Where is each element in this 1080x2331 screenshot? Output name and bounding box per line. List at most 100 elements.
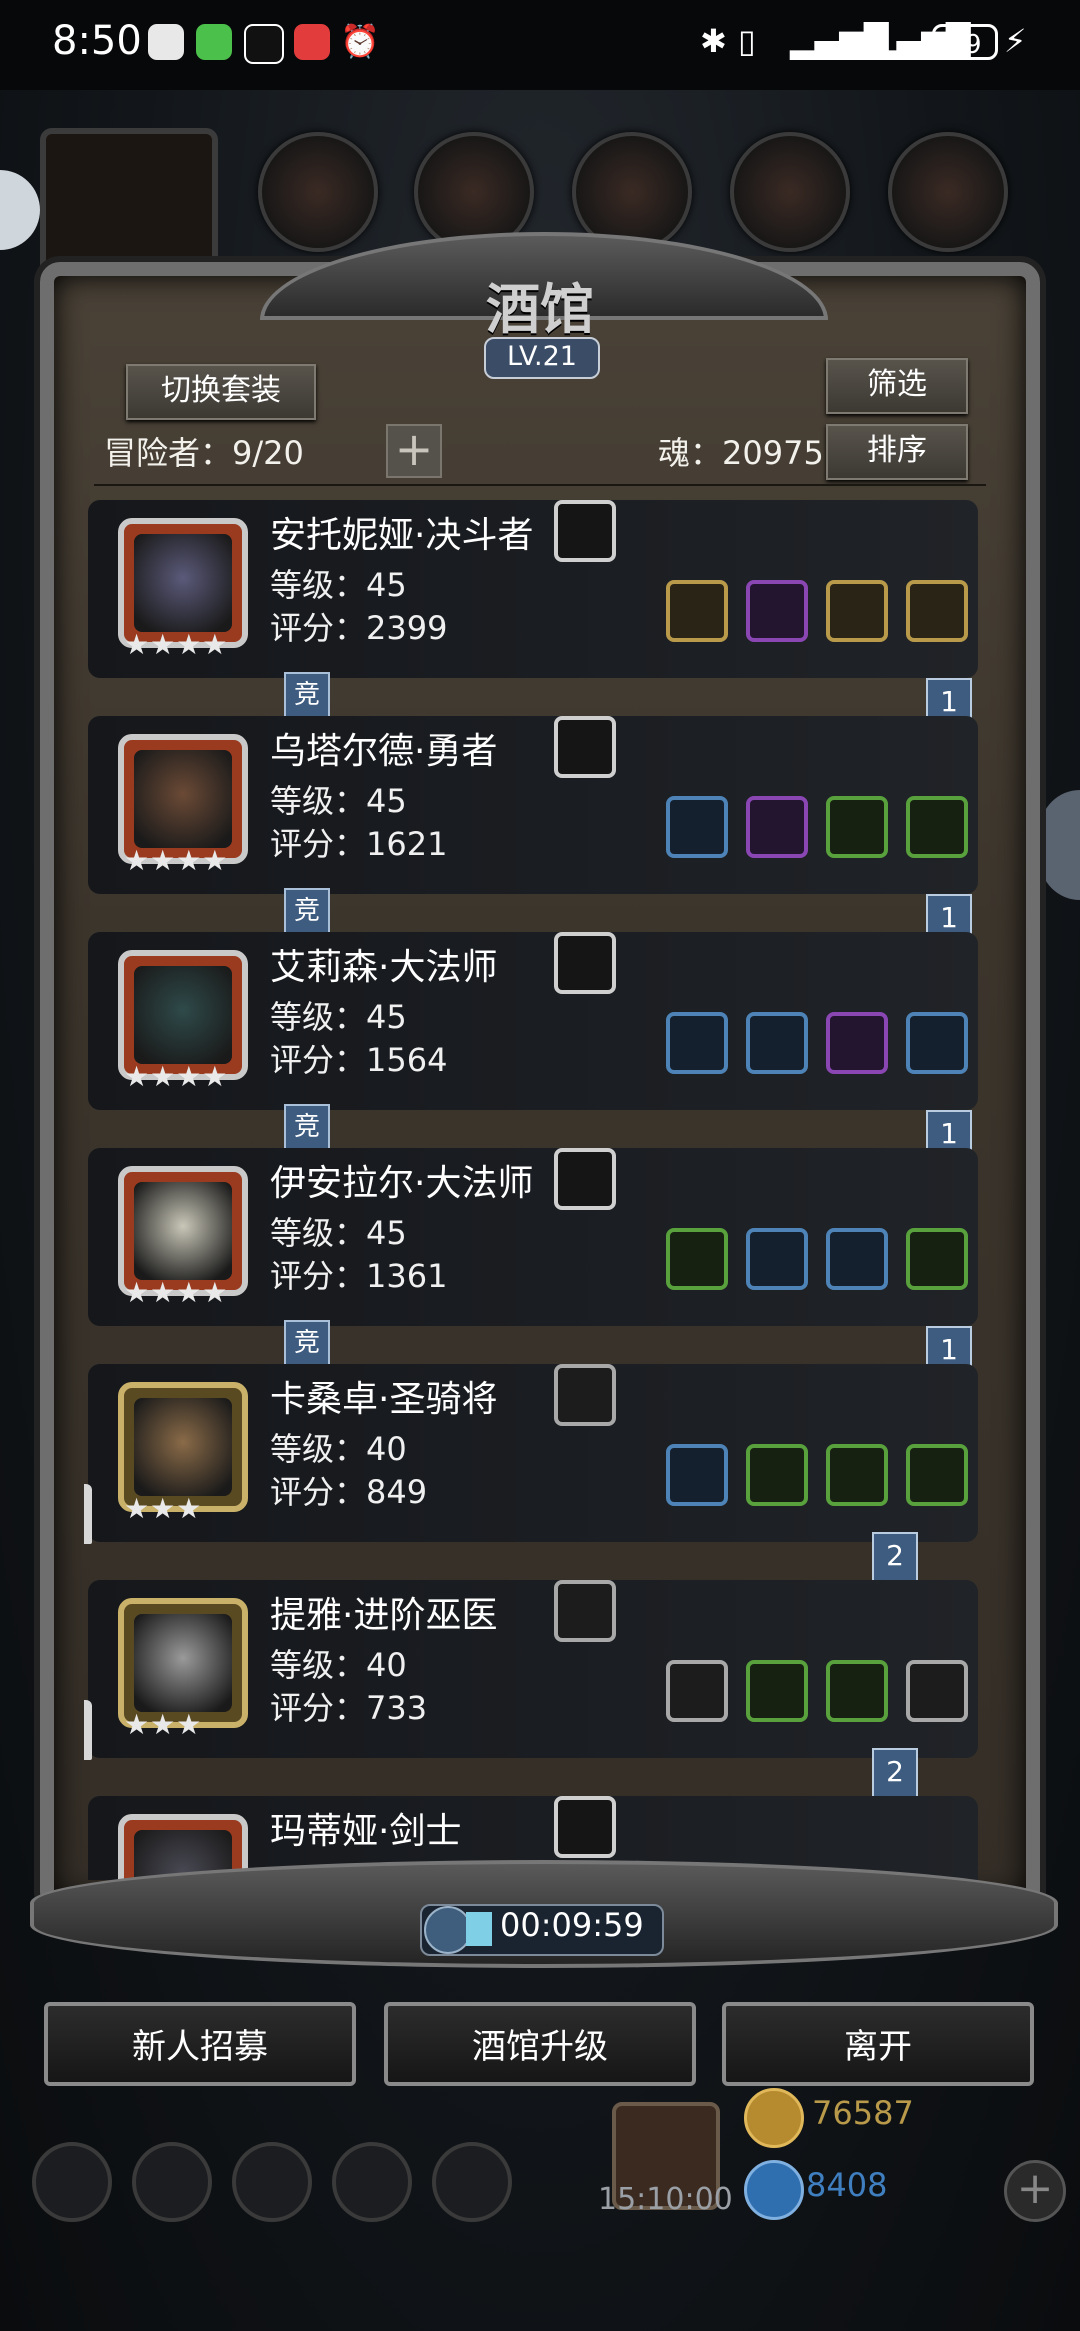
necklace-icon[interactable] <box>906 1444 968 1506</box>
healing-staff-icon[interactable] <box>666 1660 728 1722</box>
hero-name: 提雅·进阶巫医 <box>270 1595 498 1636</box>
map-icon[interactable] <box>432 2142 512 2222</box>
hero-level: 等级：40 <box>270 1646 407 1684</box>
armor-icon[interactable] <box>826 580 888 642</box>
adventurer-count: 冒险者：9/20 <box>104 434 304 472</box>
category-tab-circle[interactable] <box>888 132 1008 252</box>
hero-name: 安托妮娅·决斗者 <box>270 515 534 556</box>
hero-card[interactable]: ★★★★ 艾莉森·大法师 等级：45 评分：1564 竞 1 <box>84 932 984 1172</box>
stone-rune-icon[interactable] <box>554 500 616 562</box>
add-slot-button[interactable]: + <box>386 424 442 478</box>
armor-icon[interactable] <box>746 1012 808 1074</box>
add-currency-button[interactable]: + <box>1004 2160 1066 2222</box>
category-tab-circle[interactable] <box>730 132 850 252</box>
armor-icon[interactable] <box>746 796 808 858</box>
hero-level: 等级：45 <box>270 566 407 604</box>
axe-rune-icon[interactable] <box>554 1148 616 1210</box>
rapier-icon[interactable] <box>666 580 728 642</box>
hero-level: 等级：45 <box>270 1214 407 1252</box>
hero-name: 乌塔尔德·勇者 <box>270 731 498 772</box>
hero-name: 伊安拉尔·大法师 <box>270 1163 534 1204</box>
switch-outfit-button[interactable]: 切换套装 <box>126 364 316 420</box>
filter-button[interactable]: 筛选 <box>826 358 968 414</box>
heal-rune-icon[interactable] <box>554 1580 616 1642</box>
hero-card[interactable]: ★★★★ 安托妮娅·决斗者 等级：45 评分：2399 竞 1 <box>84 500 984 740</box>
hero-list[interactable]: ★★★★ 安托妮娅·决斗者 等级：45 评分：2399 竞 1 ★★★★ 乌塔尔德·勇者 等级：… <box>84 500 996 1880</box>
hero-name: 艾莉森·大法师 <box>270 947 498 988</box>
guild-icon[interactable] <box>232 2142 312 2222</box>
fang-rune-icon[interactable] <box>554 1796 616 1858</box>
shield-icon[interactable] <box>826 796 888 858</box>
heal-rune-icon[interactable] <box>554 1364 616 1426</box>
category-tab-circle[interactable] <box>258 132 378 252</box>
hero-name: 玛蒂娅·剑士 <box>270 1811 462 1852</box>
notification-app-icon <box>148 24 184 60</box>
panel-title: 酒馆 <box>486 277 594 341</box>
bluetooth-icon: ✱ <box>700 22 727 60</box>
recruit-button[interactable]: 新人招募 <box>44 2002 356 2086</box>
arena-badge: 竞 <box>284 1320 330 1368</box>
wand-icon[interactable] <box>666 1228 728 1290</box>
hero-card[interactable]: ★★★ 提雅·进阶巫医 等级：40 评分：733 2 <box>84 1580 984 1810</box>
clock-icon <box>424 1906 472 1954</box>
gold-amount: 76587 <box>812 2094 914 2132</box>
app-notification-icon <box>294 24 330 60</box>
hero-stars: ★★★ <box>124 1492 203 1525</box>
shield-icon[interactable] <box>906 1228 968 1290</box>
necklace-icon[interactable] <box>826 1660 888 1722</box>
stone-rune-icon[interactable] <box>554 716 616 778</box>
hero-card[interactable]: ★★★ 卡桑卓·圣骑将 等级：40 评分：849 2 <box>84 1364 984 1594</box>
hero-stars: ★★★ <box>124 1708 203 1741</box>
achievement-icon[interactable] <box>132 2142 212 2222</box>
hero-level: 等级：40 <box>270 1430 407 1468</box>
claw-icon[interactable] <box>906 1660 968 1722</box>
armor-icon[interactable] <box>746 1228 808 1290</box>
hero-score: 评分：849 <box>270 1473 428 1511</box>
hero-stars: ★★★★ <box>124 844 229 877</box>
shield-icon[interactable] <box>826 1228 888 1290</box>
alarm-icon: ⏰ <box>340 22 380 60</box>
mail-icon[interactable] <box>332 2142 412 2222</box>
gem-amount: 8408 <box>806 2166 888 2204</box>
vibrate-icon: ▯ <box>738 22 756 60</box>
amulet-icon[interactable] <box>906 580 968 642</box>
wechat-icon <box>196 24 232 60</box>
charging-icon: ⚡ <box>1004 22 1027 60</box>
gold-coin-icon <box>744 2088 804 2148</box>
hero-card[interactable]: ★★★★ 乌塔尔德·勇者 等级：45 评分：1621 竞 1 <box>84 716 984 956</box>
arena-badge: 竞 <box>284 672 330 720</box>
armor-icon[interactable] <box>826 1012 888 1074</box>
header-divider <box>94 484 986 486</box>
hero-score: 评分：2399 <box>270 609 448 647</box>
hero-stars: ★★★★ <box>124 1276 229 1309</box>
plank-icon[interactable] <box>826 1444 888 1506</box>
tavern-level-badge: LV.21 <box>484 337 600 379</box>
walking-figure-icon <box>84 1484 92 1544</box>
settings-icon[interactable] <box>32 2142 112 2222</box>
staff-icon[interactable] <box>666 1012 728 1074</box>
brain-rune-icon[interactable] <box>554 932 616 994</box>
hero-card[interactable]: ★★★★ 伊安拉尔·大法师 等级：45 评分：1361 竞 1 <box>84 1148 984 1388</box>
timer-text: 00:09:59 <box>500 1906 644 1944</box>
hero-avatar <box>134 1398 232 1496</box>
hero-avatar <box>134 966 232 1064</box>
timer-progress <box>466 1912 492 1946</box>
hammer-icon[interactable] <box>666 1444 728 1506</box>
hero-tab[interactable] <box>40 128 218 280</box>
hero-stars: ★★★★ <box>124 1060 229 1093</box>
arena-badge: 竞 <box>284 888 330 936</box>
tavern-upgrade-button[interactable]: 酒馆升级 <box>384 2002 696 2086</box>
helmet-icon[interactable] <box>746 580 808 642</box>
hero-score: 评分：1361 <box>270 1257 448 1295</box>
hero-score: 评分：1564 <box>270 1041 448 1079</box>
hero-avatar <box>134 1182 232 1280</box>
sort-button[interactable]: 排序 <box>826 424 968 480</box>
leave-button[interactable]: 离开 <box>722 2002 1034 2086</box>
armor-icon[interactable] <box>746 1660 808 1722</box>
axe-icon[interactable] <box>666 796 728 858</box>
shield-icon[interactable] <box>906 796 968 858</box>
armor-icon[interactable] <box>746 1444 808 1506</box>
status-bar: 8:50 ⏰ ✱ ▯ ▂▄▆█ ▂▄▆█ 59 ⚡ <box>0 0 1080 90</box>
status-time: 8:50 <box>52 18 142 64</box>
necklace-icon[interactable] <box>906 1012 968 1074</box>
